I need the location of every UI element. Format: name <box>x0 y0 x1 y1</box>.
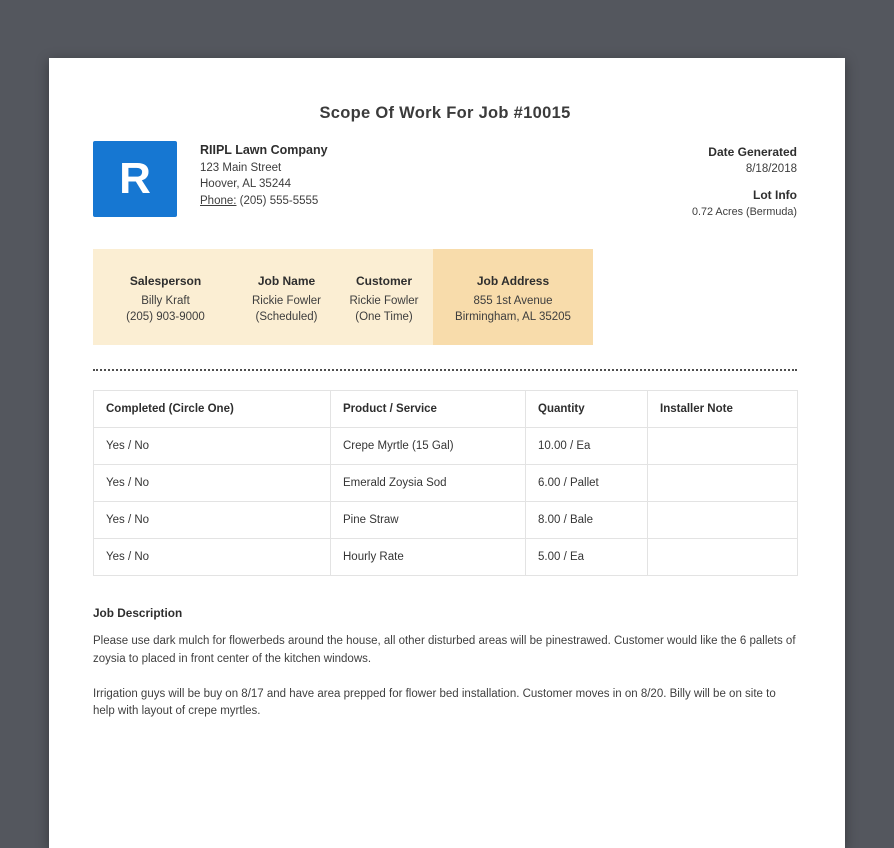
summary-col-job-address: Job Address 855 1st Avenue Birmingham, A… <box>433 249 593 345</box>
summary-col-salesperson: Salesperson Billy Kraft (205) 903-9000 <box>93 249 238 345</box>
job-summary-band: Salesperson Billy Kraft (205) 903-9000 J… <box>93 249 797 345</box>
phone-label: Phone: <box>200 194 237 207</box>
summary-line1: 855 1st Avenue <box>473 295 553 307</box>
table-row: Yes / No Emerald Zoysia Sod 6.00 / Palle… <box>93 464 798 502</box>
cell-product: Hourly Rate <box>330 538 526 576</box>
cell-product: Emerald Zoysia Sod <box>330 464 526 502</box>
lot-info-value: 0.72 Acres (Bermuda) <box>691 206 797 218</box>
col-header-quantity: Quantity <box>525 390 648 428</box>
table-header-row: Completed (Circle One) Product / Service… <box>93 390 798 428</box>
summary-label: Job Address <box>476 274 550 288</box>
summary-line2: (205) 903-9000 <box>126 310 205 323</box>
work-items-table: Completed (Circle One) Product / Service… <box>93 390 798 576</box>
job-description-heading: Job Description <box>93 606 183 620</box>
summary-line1: Billy Kraft <box>141 295 190 307</box>
phone-value: (205) 555-5555 <box>239 194 319 207</box>
cell-quantity: 6.00 / Pallet <box>525 464 648 502</box>
document-meta: Date Generated 8/18/2018 Lot Info 0.72 A… <box>692 141 797 218</box>
cell-completed: Yes / No <box>93 501 331 539</box>
cell-completed: Yes / No <box>93 427 331 465</box>
table-row: Yes / No Hourly Rate 5.00 / Ea <box>93 538 798 576</box>
cell-quantity: 5.00 / Ea <box>525 538 648 576</box>
summary-col-job-name: Job Name Rickie Fowler (Scheduled) <box>238 249 335 345</box>
document-header: R RIIPL Lawn Company 123 Main Street Hoo… <box>93 141 797 218</box>
cell-completed: Yes / No <box>93 464 331 502</box>
summary-line1: Rickie Fowler <box>349 295 419 307</box>
summary-line2: Birmingham, AL 35205 <box>455 310 571 323</box>
company-name: RIIPL Lawn Company <box>200 143 328 157</box>
cell-installer-note <box>647 464 798 502</box>
job-description-paragraph: Irrigation guys will be buy on 8/17 and … <box>93 687 776 718</box>
table-row: Yes / No Pine Straw 8.00 / Bale <box>93 501 798 539</box>
company-info: RIIPL Lawn Company 123 Main Street Hoove… <box>200 141 328 217</box>
col-header-completed: Completed (Circle One) <box>93 390 331 428</box>
cell-installer-note <box>647 538 798 576</box>
summary-col-customer: Customer Rickie Fowler (One Time) <box>335 249 433 345</box>
col-header-installer-note: Installer Note <box>647 390 798 428</box>
cell-product: Crepe Myrtle (15 Gal) <box>330 427 526 465</box>
cell-quantity: 10.00 / Ea <box>525 427 648 465</box>
logo-letter: R <box>119 154 151 203</box>
cell-completed: Yes / No <box>93 538 331 576</box>
job-description-paragraph: Please use dark mulch for flowerbeds aro… <box>93 635 796 665</box>
cell-installer-note <box>647 427 798 465</box>
summary-line1: Rickie Fowler <box>251 295 321 307</box>
company-logo: R <box>93 141 177 217</box>
page-title: Scope Of Work For Job #10015 <box>319 104 571 122</box>
company-phone: Phone: (205) 555-5555 <box>200 195 328 207</box>
company-address-line2: Hoover, AL 35244 <box>200 178 292 190</box>
col-header-product-service: Product / Service <box>330 390 526 428</box>
cell-installer-note <box>647 501 798 539</box>
document-sheet: Scope Of Work For Job #10015 R RIIPL Law… <box>49 58 845 848</box>
table-row: Yes / No Crepe Myrtle (15 Gal) 10.00 / E… <box>93 427 798 465</box>
summary-line2: (One Time) <box>355 310 413 323</box>
summary-line2: (Scheduled) <box>255 310 318 323</box>
summary-label: Salesperson <box>129 274 202 288</box>
date-generated-label: Date Generated <box>708 145 797 159</box>
cell-product: Pine Straw <box>330 501 526 539</box>
lot-info-label: Lot Info <box>753 188 797 202</box>
cell-quantity: 8.00 / Bale <box>525 501 648 539</box>
date-generated-value: 8/18/2018 <box>745 163 797 175</box>
summary-label: Customer <box>355 274 412 288</box>
company-address-line1: 123 Main Street <box>200 161 282 174</box>
summary-label: Job Name <box>257 274 316 288</box>
company-block: R RIIPL Lawn Company 123 Main Street Hoo… <box>93 141 328 217</box>
dotted-divider <box>93 369 797 371</box>
